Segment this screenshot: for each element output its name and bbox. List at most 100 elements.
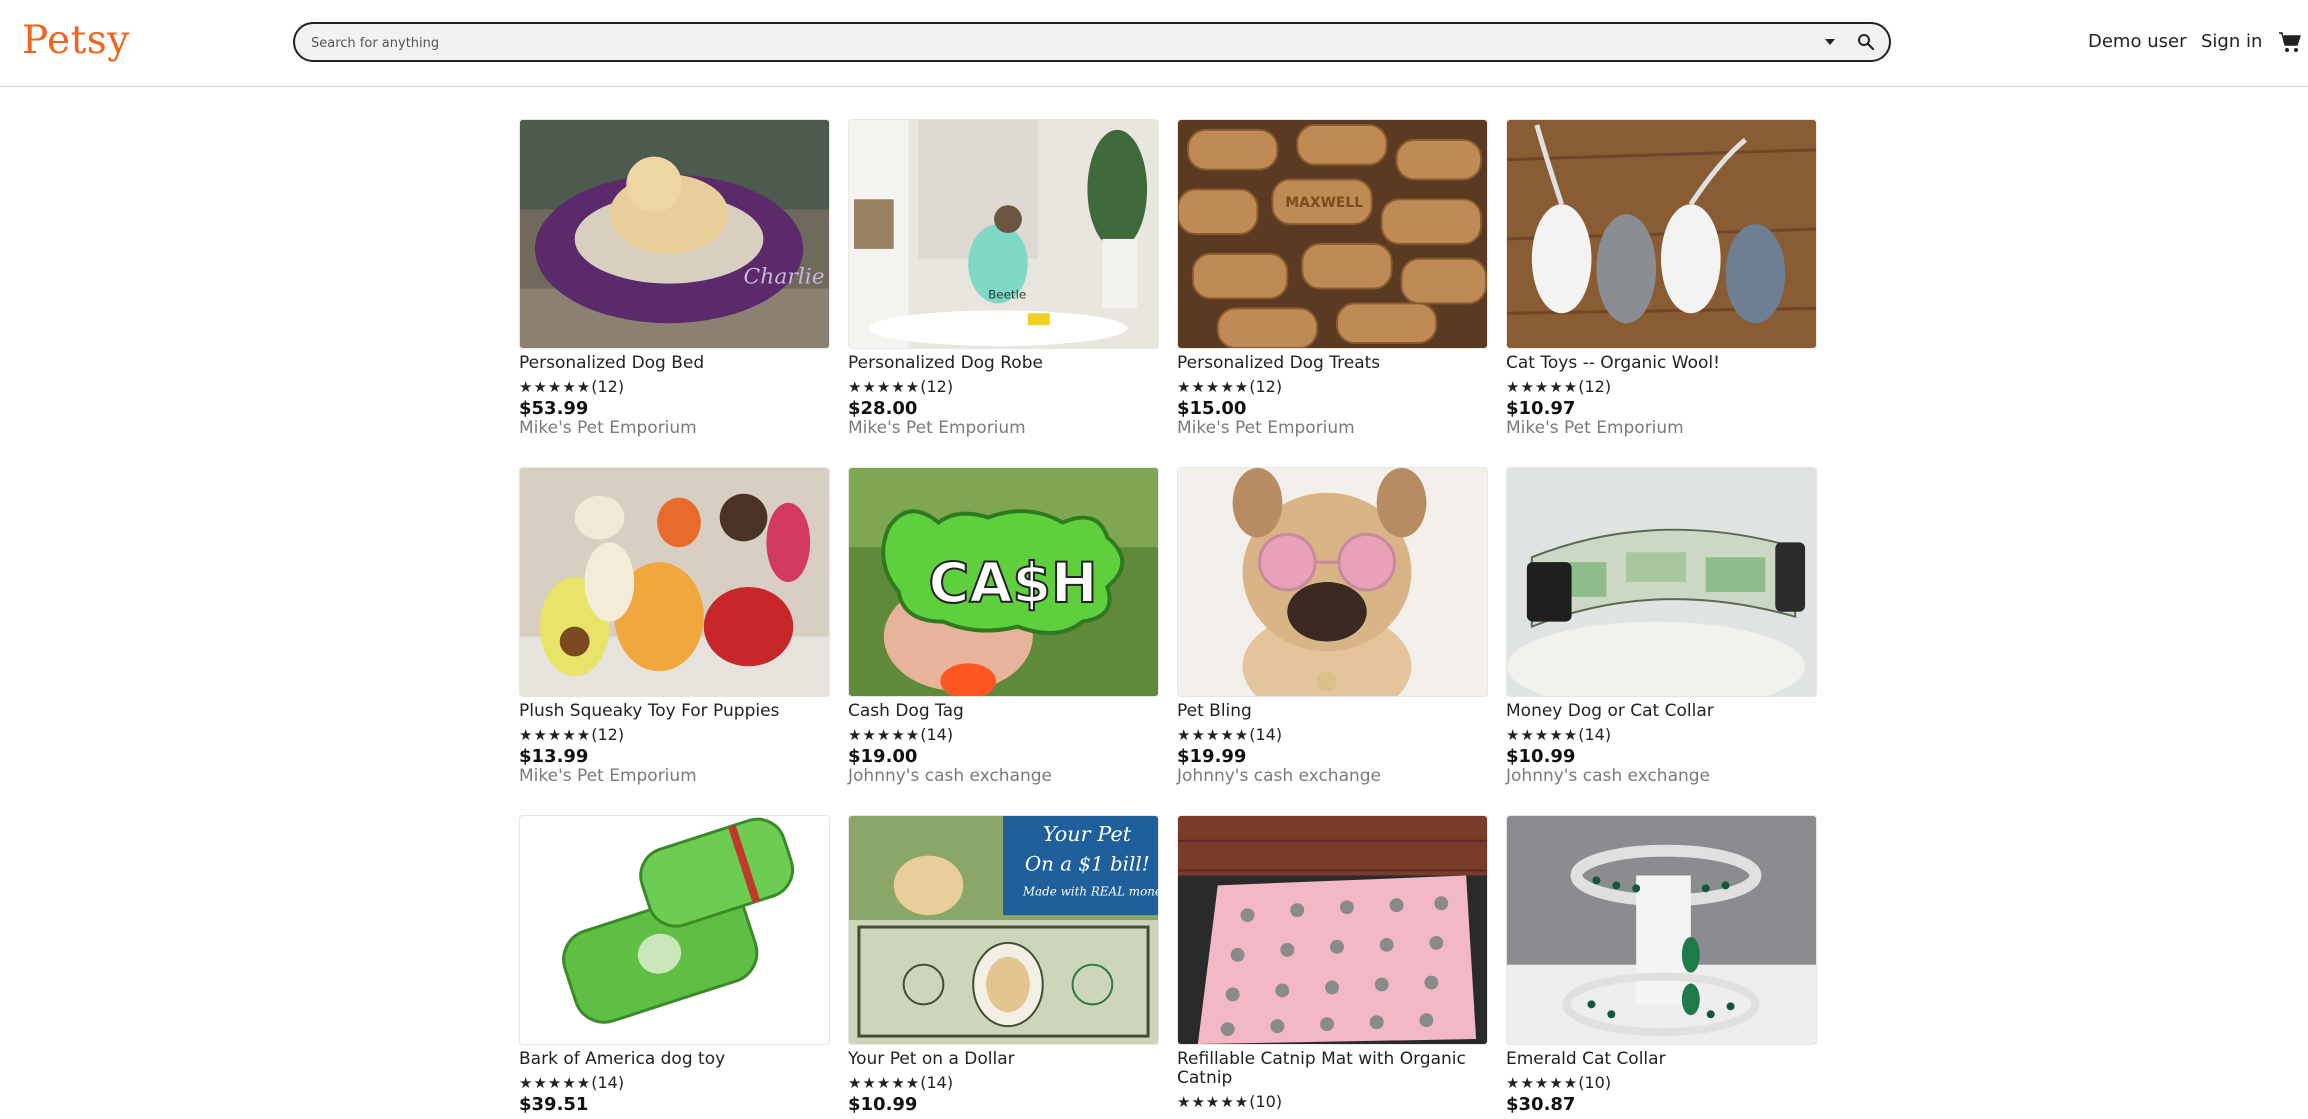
product-rating: ★★★★★(14) bbox=[848, 725, 954, 745]
product-card[interactable]: Refillable Catnip Mat with Organic Catni… bbox=[1177, 815, 1488, 1115]
product-image[interactable]: CA$H bbox=[848, 467, 1159, 697]
review-count: (14) bbox=[1249, 725, 1283, 744]
product-price: $19.00 bbox=[848, 746, 918, 767]
product-price: $10.97 bbox=[1506, 398, 1576, 419]
shop-name[interactable]: Johnny's cash exchange bbox=[1177, 767, 1381, 786]
product-card[interactable]: Your Pet On a $1 bill! Made with REAL mo… bbox=[848, 815, 1159, 1115]
product-price: $10.99 bbox=[1506, 746, 1576, 767]
product-title[interactable]: Refillable Catnip Mat with Organic Catni… bbox=[1177, 1050, 1488, 1088]
review-count: (14) bbox=[591, 1073, 625, 1092]
product-title[interactable]: Cash Dog Tag bbox=[848, 702, 1159, 721]
product-title[interactable]: Personalized Dog Robe bbox=[848, 354, 1159, 373]
product-card[interactable]: Plush Squeaky Toy For Puppies ★★★★★(12) … bbox=[519, 467, 830, 787]
dog-robe-name-text: Beetle bbox=[988, 287, 1026, 301]
star-rating-icon: ★★★★★ bbox=[848, 378, 921, 396]
product-card[interactable]: CA$H Cash Dog Tag ★★★★★(14) $19.00 Johnn… bbox=[848, 467, 1159, 787]
dollar-banner-line1: Your Pet bbox=[1043, 822, 1132, 846]
product-price: $53.99 bbox=[519, 398, 589, 419]
review-count: (14) bbox=[920, 725, 954, 744]
shop-name[interactable]: Mike's Pet Emporium bbox=[519, 767, 697, 786]
product-title[interactable]: Bark of America dog toy bbox=[519, 1050, 830, 1069]
star-rating-icon: ★★★★★ bbox=[1506, 726, 1579, 744]
product-card[interactable]: Beetle Personalized Dog Robe ★★★★★(12) $… bbox=[848, 119, 1159, 439]
product-image[interactable] bbox=[519, 815, 830, 1045]
shop-name[interactable]: Mike's Pet Emporium bbox=[848, 419, 1026, 438]
product-rating: ★★★★★(14) bbox=[519, 1073, 625, 1093]
star-rating-icon: ★★★★★ bbox=[848, 1074, 921, 1092]
review-count: (12) bbox=[591, 377, 625, 396]
product-title[interactable]: Plush Squeaky Toy For Puppies bbox=[519, 702, 830, 721]
shop-name[interactable]: Johnny's cash exchange bbox=[1506, 767, 1710, 786]
product-image[interactable]: Beetle bbox=[848, 119, 1159, 349]
product-price: $10.99 bbox=[848, 1094, 918, 1115]
product-image[interactable]: MAXWELL bbox=[1177, 119, 1488, 349]
product-image[interactable] bbox=[1506, 119, 1817, 349]
product-rating: ★★★★★(14) bbox=[848, 1073, 954, 1093]
star-rating-icon: ★★★★★ bbox=[519, 1074, 592, 1092]
product-card[interactable]: Charlie Personalized Dog Bed ★★★★★(12) $… bbox=[519, 119, 830, 439]
product-rating: ★★★★★(12) bbox=[1506, 377, 1612, 397]
product-rating: ★★★★★(12) bbox=[848, 378, 953, 397]
product-image[interactable] bbox=[1506, 815, 1817, 1045]
product-card[interactable]: MAXWELL Personalized Dog Treats ★★★★★(12… bbox=[1177, 119, 1488, 439]
dollar-banner-line2: On a $1 bill! bbox=[1025, 853, 1150, 876]
product-image[interactable] bbox=[1177, 467, 1488, 697]
product-title[interactable]: Personalized Dog Bed bbox=[519, 354, 830, 373]
product-title[interactable]: Money Dog or Cat Collar bbox=[1506, 702, 1817, 721]
product-image[interactable] bbox=[1506, 467, 1817, 697]
sign-in-link[interactable]: Sign in bbox=[2201, 31, 2262, 52]
product-price: $30.87 bbox=[1506, 1094, 1576, 1115]
review-count: (12) bbox=[1249, 377, 1283, 396]
star-rating-icon: ★★★★★ bbox=[519, 726, 592, 744]
treat-text: MAXWELL bbox=[1285, 195, 1363, 211]
star-rating-icon: ★★★★★ bbox=[519, 378, 592, 396]
product-image[interactable] bbox=[519, 467, 830, 697]
product-rating: ★★★★★(12) bbox=[519, 377, 625, 397]
product-title[interactable]: Pet Bling bbox=[1177, 702, 1488, 721]
product-title[interactable]: Cat Toys -- Organic Wool! bbox=[1506, 354, 1817, 373]
shop-name[interactable]: Mike's Pet Emporium bbox=[1506, 419, 1684, 438]
review-count: (10) bbox=[1578, 1073, 1612, 1092]
product-title[interactable]: Emerald Cat Collar bbox=[1506, 1050, 1817, 1069]
review-count: (14) bbox=[920, 1073, 954, 1092]
review-count: (12) bbox=[1578, 377, 1612, 396]
product-card[interactable]: Money Dog or Cat Collar ★★★★★(14) $10.99… bbox=[1506, 467, 1817, 787]
product-price: $19.99 bbox=[1177, 746, 1247, 767]
product-card[interactable]: Bark of America dog toy ★★★★★(14) $39.51 bbox=[519, 815, 830, 1115]
demo-user-link[interactable]: Demo user bbox=[2088, 31, 2186, 52]
product-title[interactable]: Your Pet on a Dollar bbox=[848, 1050, 1159, 1069]
star-rating-icon: ★★★★★ bbox=[848, 726, 921, 744]
star-rating-icon: ★★★★★ bbox=[1177, 378, 1250, 396]
review-count: (12) bbox=[591, 725, 625, 744]
review-count: (10) bbox=[1249, 1092, 1283, 1111]
product-card[interactable]: Cat Toys -- Organic Wool! ★★★★★(12) $10.… bbox=[1506, 119, 1817, 439]
product-card[interactable]: Emerald Cat Collar ★★★★★(10) $30.87 bbox=[1506, 815, 1817, 1115]
star-rating-icon: ★★★★★ bbox=[1177, 1093, 1250, 1111]
product-rating: ★★★★★(14) bbox=[1506, 725, 1612, 745]
cart-icon[interactable] bbox=[2278, 30, 2302, 54]
product-image[interactable]: Charlie bbox=[519, 119, 830, 349]
product-rating: ★★★★★(12) bbox=[519, 725, 625, 745]
shop-name[interactable]: Mike's Pet Emporium bbox=[1177, 419, 1355, 438]
product-title[interactable]: Personalized Dog Treats bbox=[1177, 354, 1488, 373]
product-rating: ★★★★★(12) bbox=[1177, 377, 1283, 397]
product-card[interactable]: Pet Bling ★★★★★(14) $19.99 Johnny's cash… bbox=[1177, 467, 1488, 787]
product-image[interactable]: Your Pet On a $1 bill! Made with REAL mo… bbox=[848, 815, 1159, 1045]
chevron-down-icon[interactable] bbox=[1825, 39, 1835, 45]
shop-name[interactable]: Johnny's cash exchange bbox=[848, 767, 1052, 786]
dog-bed-name-text: Charlie bbox=[744, 265, 825, 290]
review-count: (14) bbox=[1578, 725, 1612, 744]
product-rating: ★★★★★(10) bbox=[1177, 1092, 1283, 1112]
star-rating-icon: ★★★★★ bbox=[1506, 1074, 1579, 1092]
dog-tag-text: CA$H bbox=[928, 551, 1097, 616]
dollar-banner-line3: Made with REAL money! bbox=[1022, 884, 1158, 898]
search-input[interactable] bbox=[309, 30, 1813, 56]
star-rating-icon: ★★★★★ bbox=[1506, 378, 1579, 396]
search-icon[interactable] bbox=[1857, 33, 1875, 51]
product-price: $28.00 bbox=[848, 398, 918, 419]
shop-name[interactable]: Mike's Pet Emporium bbox=[519, 419, 697, 438]
petsy-logo[interactable]: Petsy bbox=[22, 18, 130, 63]
search-bar bbox=[293, 22, 1891, 62]
product-image[interactable] bbox=[1177, 815, 1488, 1045]
product-price: $39.51 bbox=[519, 1094, 589, 1115]
